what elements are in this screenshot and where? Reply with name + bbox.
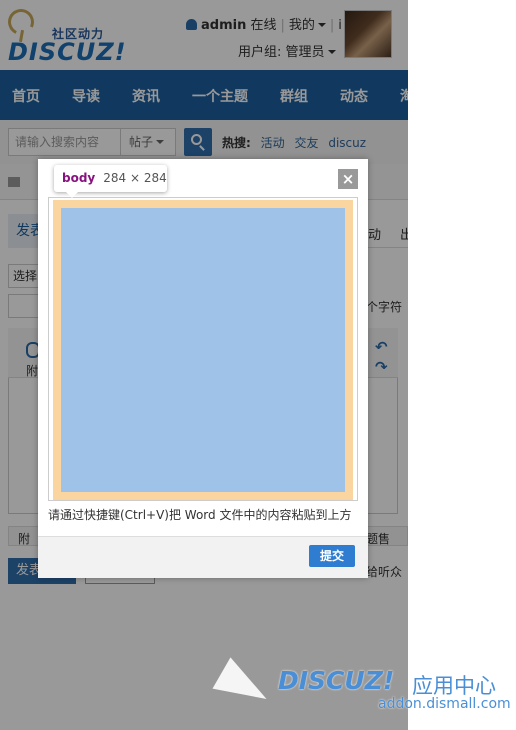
inspect-size: 284 × 284 [103, 171, 167, 185]
inspect-tooltip: body 284 × 284 [54, 165, 167, 192]
tooltip-arrow [66, 192, 78, 198]
blank-area [408, 0, 516, 730]
body-content-highlight [61, 208, 345, 492]
close-button[interactable]: × [338, 169, 358, 189]
watermark-brand: DISCUZ! [278, 666, 395, 695]
page: 社区动力 DISCUZ! admin 在线 | 我的 | i 用户组: 管理员 首页 导… [0, 0, 408, 730]
paste-hint: 请通过快捷键(Ctrl+V)把 Word 文件中的内容粘贴到上方 [48, 508, 352, 522]
watermark-url: addon.dismall.com [378, 696, 511, 712]
inspect-tag: body [62, 171, 96, 185]
submit-button[interactable]: 提交 [309, 545, 355, 567]
